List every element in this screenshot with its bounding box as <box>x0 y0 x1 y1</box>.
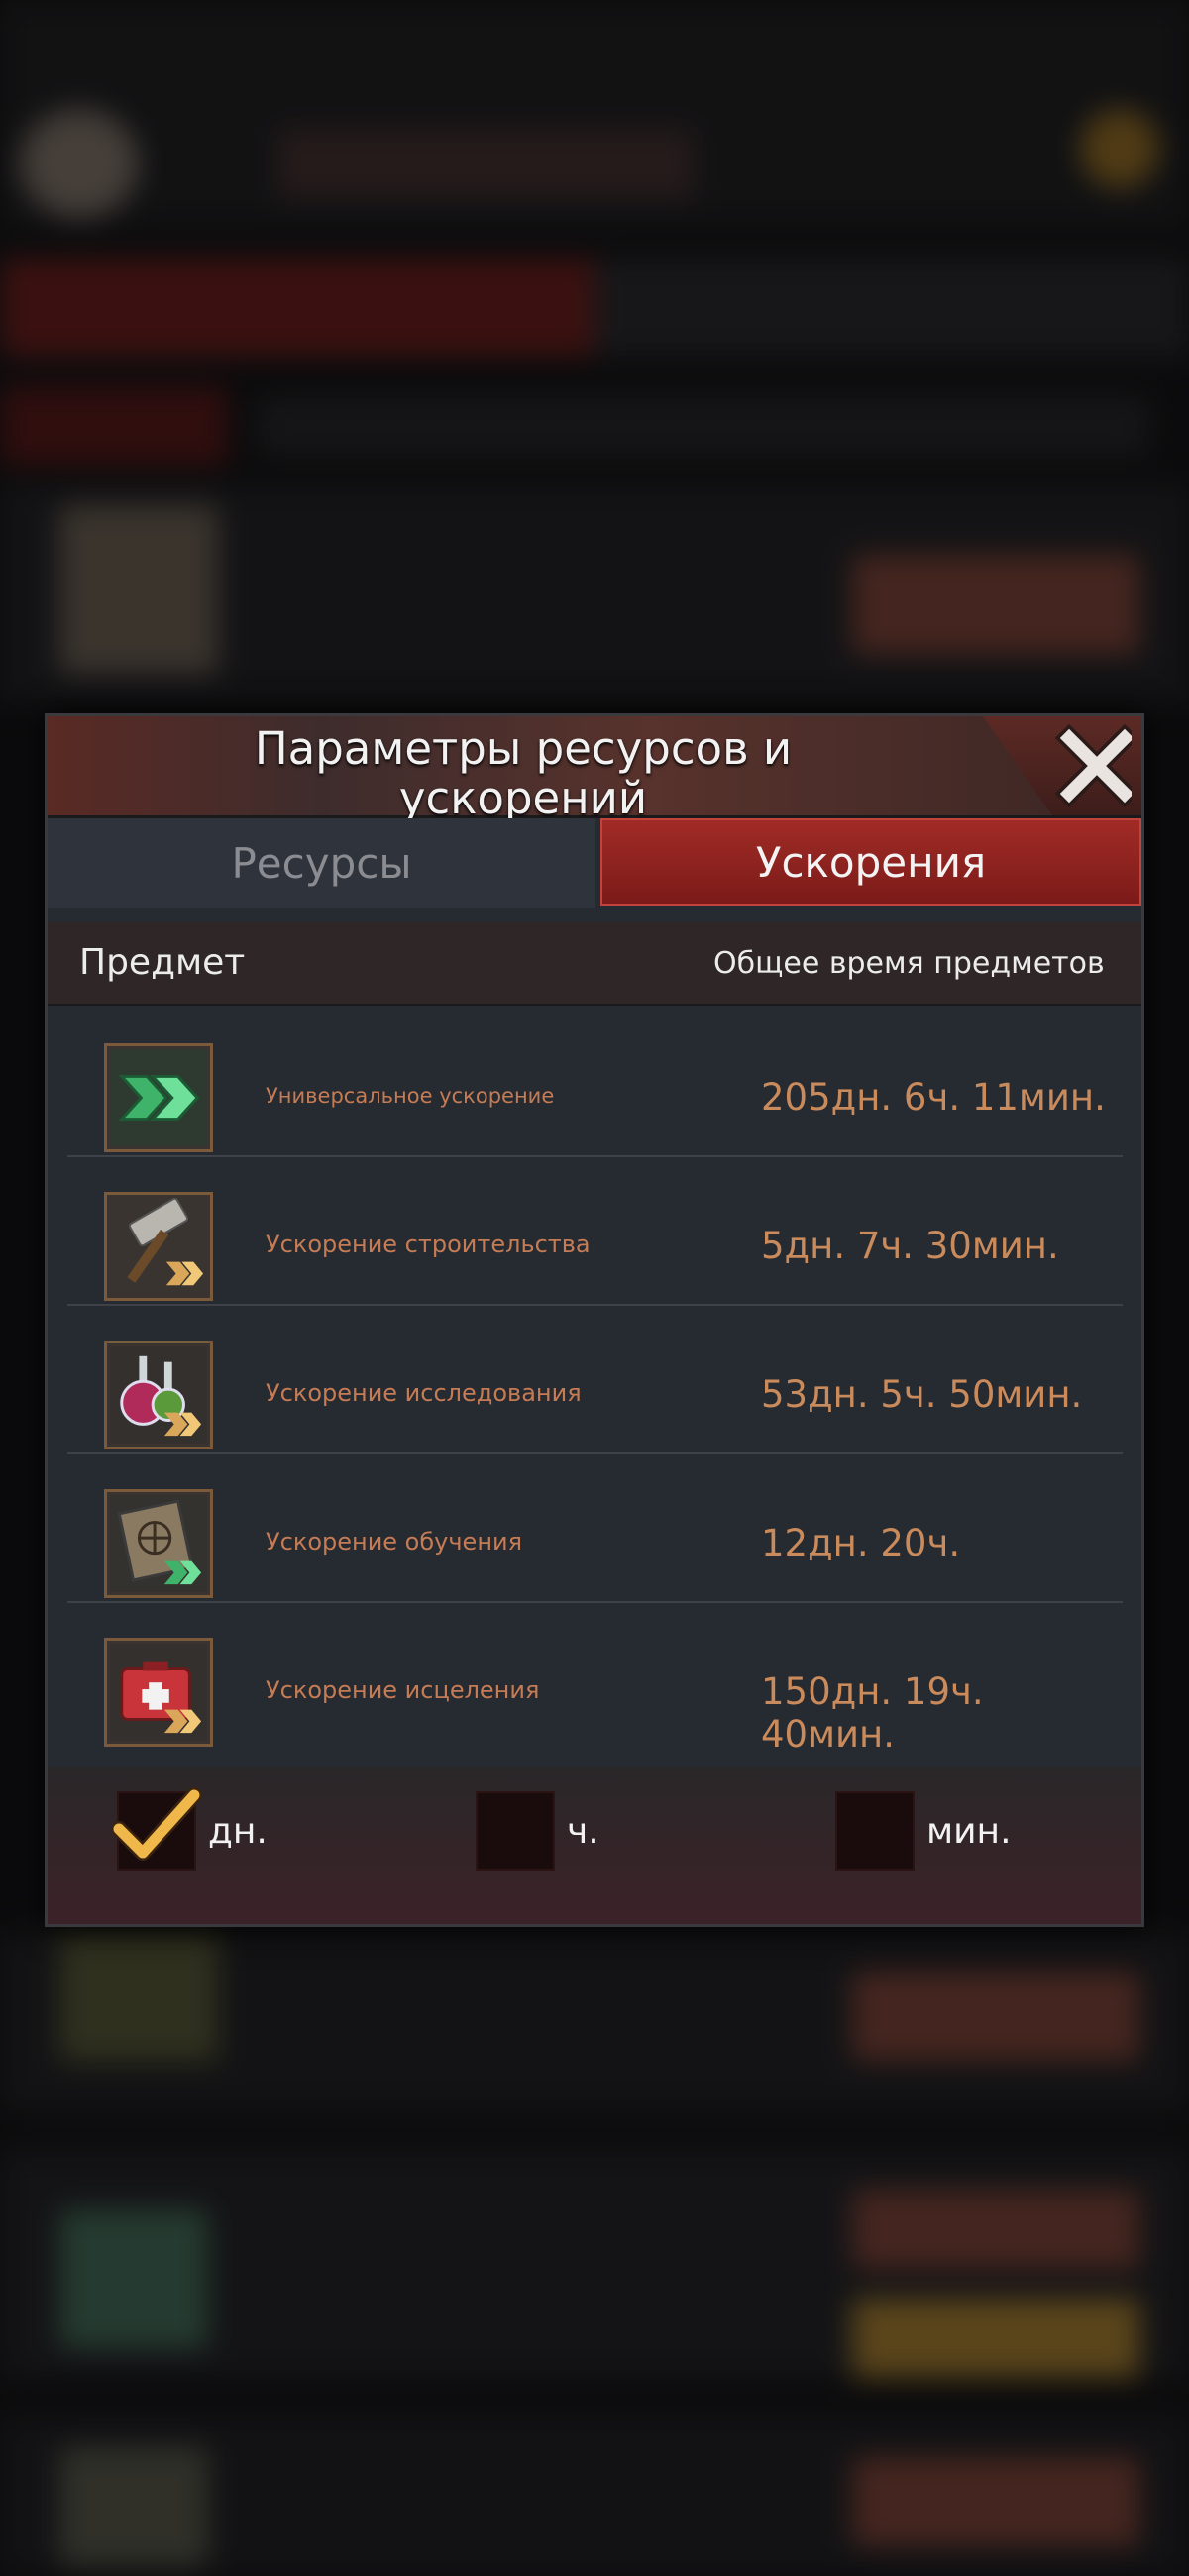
speedup-settings-dialog: Параметры ресурсов и ускорений Ресурсы У… <box>45 713 1144 1927</box>
tab-speedups[interactable]: Ускорения <box>600 818 1141 906</box>
item-label: Ускорение строительства <box>266 1231 591 1258</box>
healing-speedup-icon <box>104 1638 213 1747</box>
speedup-list: Универсальное ускорение 205дн. 6ч. 11мин… <box>67 1009 1123 1756</box>
days-checkbox[interactable] <box>113 1787 202 1871</box>
days-label: дн. <box>208 1811 268 1852</box>
item-label: Универсальное ускорение <box>266 1084 555 1108</box>
item-total-time: 205дн. 6ч. 11мин. <box>761 1076 1106 1119</box>
research-speedup-icon <box>104 1341 213 1449</box>
close-button[interactable] <box>1018 722 1139 809</box>
column-item-label: Предмет <box>79 942 246 983</box>
tab-bar: Ресурсы Ускорения <box>48 818 1141 908</box>
list-item: Ускорение строительства 5дн. 7ч. 30мин. <box>67 1157 1123 1306</box>
column-header: Предмет Общее время предметов <box>48 922 1141 1006</box>
dialog-header: Параметры ресурсов и ускорений <box>48 716 1141 823</box>
list-item: Ускорение обучения 12дн. 20ч. <box>67 1454 1123 1603</box>
hours-checkbox[interactable] <box>476 1791 555 1871</box>
item-total-time: 12дн. 20ч. <box>761 1522 961 1564</box>
column-total-time-label: Общее время предметов <box>713 946 1105 981</box>
item-total-time: 53дн. 5ч. 50мин. <box>761 1373 1083 1416</box>
item-total-time: 5дн. 7ч. 30мин. <box>761 1225 1059 1267</box>
construction-speedup-icon <box>104 1192 213 1301</box>
item-label: Ускорение исцеления <box>266 1676 540 1704</box>
dialog-title: Параметры ресурсов и ускорений <box>254 722 793 824</box>
list-item: Универсальное ускорение 205дн. 6ч. 11мин… <box>67 1009 1123 1157</box>
close-icon <box>1054 723 1139 808</box>
time-unit-options: дн. ч. мин. <box>48 1767 1141 1924</box>
checkmark-icon <box>113 1787 202 1861</box>
minutes-label: мин. <box>926 1811 1012 1852</box>
minutes-checkbox[interactable] <box>835 1791 915 1871</box>
item-label: Ускорение исследования <box>266 1379 582 1407</box>
universal-speedup-icon <box>104 1043 213 1152</box>
item-total-time: 150дн. 19ч. 40мин. <box>761 1670 984 1756</box>
item-label: Ускорение обучения <box>266 1528 523 1556</box>
list-item: Ускорение исследования 53дн. 5ч. 50мин. <box>67 1306 1123 1454</box>
tab-resources[interactable]: Ресурсы <box>48 818 595 908</box>
list-item: Ускорение исцеления 150дн. 19ч. 40мин. <box>67 1603 1123 1756</box>
hours-label: ч. <box>567 1811 599 1852</box>
training-speedup-icon <box>104 1489 213 1598</box>
